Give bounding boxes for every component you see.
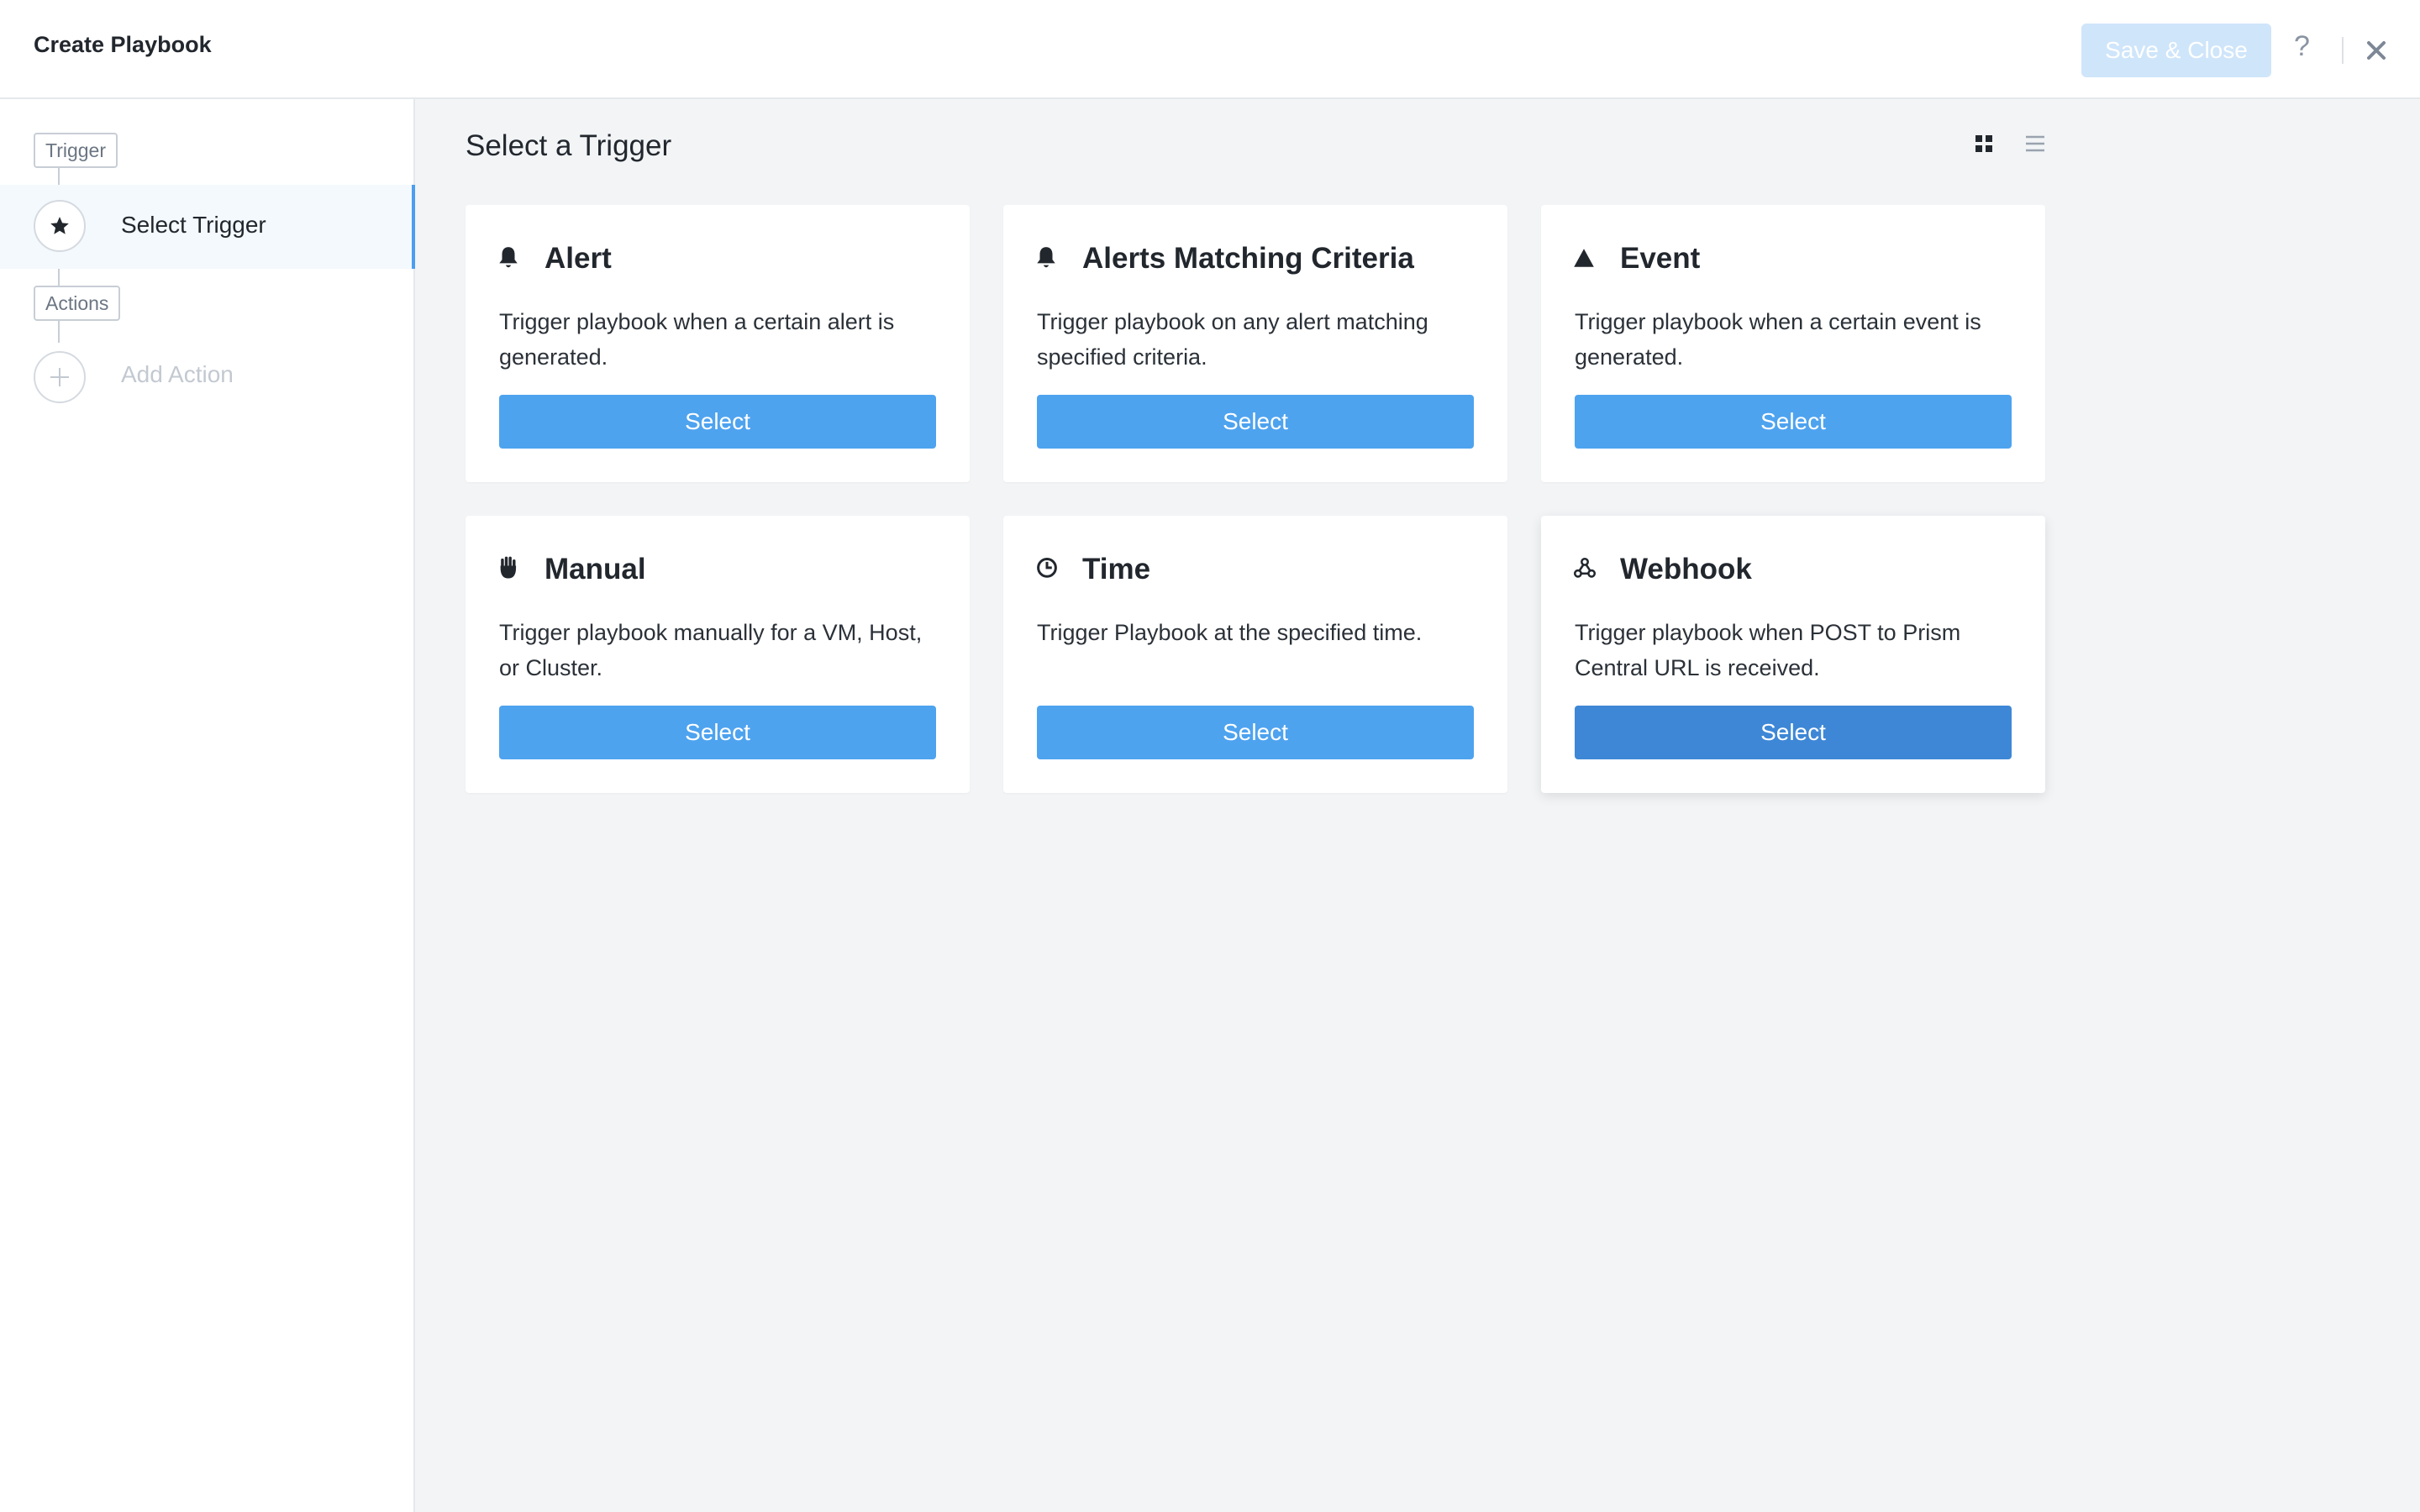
card-title: Event <box>1620 242 1701 275</box>
triangle-icon <box>1573 245 1597 270</box>
select-event-button[interactable]: Select <box>1575 395 2012 449</box>
add-step-circle <box>34 351 86 403</box>
card-title: Time <box>1082 553 1151 585</box>
card-description: Trigger playbook manually for a VM, Host… <box>499 620 923 680</box>
add-action-label: Add Action <box>121 361 234 387</box>
card-description: Trigger Playbook at the specified time. <box>1037 620 1423 645</box>
step-connector <box>58 269 60 286</box>
select-webhook-button[interactable]: Select <box>1575 706 2012 759</box>
select-alert-button[interactable]: Select <box>499 395 936 449</box>
card-description: Trigger playbook when POST to Prism Cent… <box>1575 620 1961 680</box>
bell-icon <box>497 245 521 270</box>
header-divider <box>2342 37 2344 64</box>
close-icon[interactable] <box>2361 35 2391 66</box>
trigger-card-event: Event Trigger playbook when a certain ev… <box>1541 205 2045 482</box>
hand-icon <box>497 556 521 581</box>
card-title: Alerts Matching Criteria <box>1082 242 1414 275</box>
select-time-button[interactable]: Select <box>1037 706 1474 759</box>
step-connector <box>58 321 60 343</box>
trigger-step-tag: Trigger <box>34 133 118 168</box>
top-header: Create Playbook Save & Close ? <box>0 0 2420 99</box>
plus-icon <box>50 368 69 386</box>
clock-icon <box>1035 556 1059 581</box>
sidebar-item-label: Select Trigger <box>121 212 266 238</box>
steps-sidebar: Trigger Select Trigger Actions Add Actio… <box>0 99 415 1512</box>
save-and-close-button[interactable]: Save & Close <box>2081 24 2271 77</box>
trigger-card-webhook: Webhook Trigger playbook when POST to Pr… <box>1541 516 2045 793</box>
card-title: Webhook <box>1620 553 1752 585</box>
card-description: Trigger playbook when a certain alert is… <box>499 309 895 370</box>
help-icon[interactable]: ? <box>2294 30 2310 63</box>
card-description: Trigger playbook when a certain event is… <box>1575 309 1981 370</box>
section-title: Select a Trigger <box>466 129 672 162</box>
trigger-card-alerts-matching-criteria: Alerts Matching Criteria Trigger playboo… <box>1003 205 1507 482</box>
sidebar-item-select-trigger[interactable]: Select Trigger <box>0 185 415 269</box>
grid-view-icon[interactable] <box>1975 134 1993 157</box>
trigger-card-alert: Alert Trigger playbook when a certain al… <box>466 205 970 482</box>
webhook-icon <box>1573 556 1597 581</box>
list-view-icon[interactable] <box>2025 134 2045 157</box>
trigger-card-time: Time Trigger Playbook at the specified t… <box>1003 516 1507 793</box>
select-alerts-matching-criteria-button[interactable]: Select <box>1037 395 1474 449</box>
card-description: Trigger playbook on any alert matching s… <box>1037 309 1428 370</box>
trigger-card-manual: Manual Trigger playbook manually for a V… <box>466 516 970 793</box>
actions-step-tag: Actions <box>34 286 121 321</box>
card-title: Alert <box>544 242 612 275</box>
star-step-circle <box>34 200 86 252</box>
select-manual-button[interactable]: Select <box>499 706 936 759</box>
page-title: Create Playbook <box>34 32 212 57</box>
card-title: Manual <box>544 553 646 585</box>
bell-icon <box>1035 245 1059 270</box>
star-icon <box>50 217 69 234</box>
